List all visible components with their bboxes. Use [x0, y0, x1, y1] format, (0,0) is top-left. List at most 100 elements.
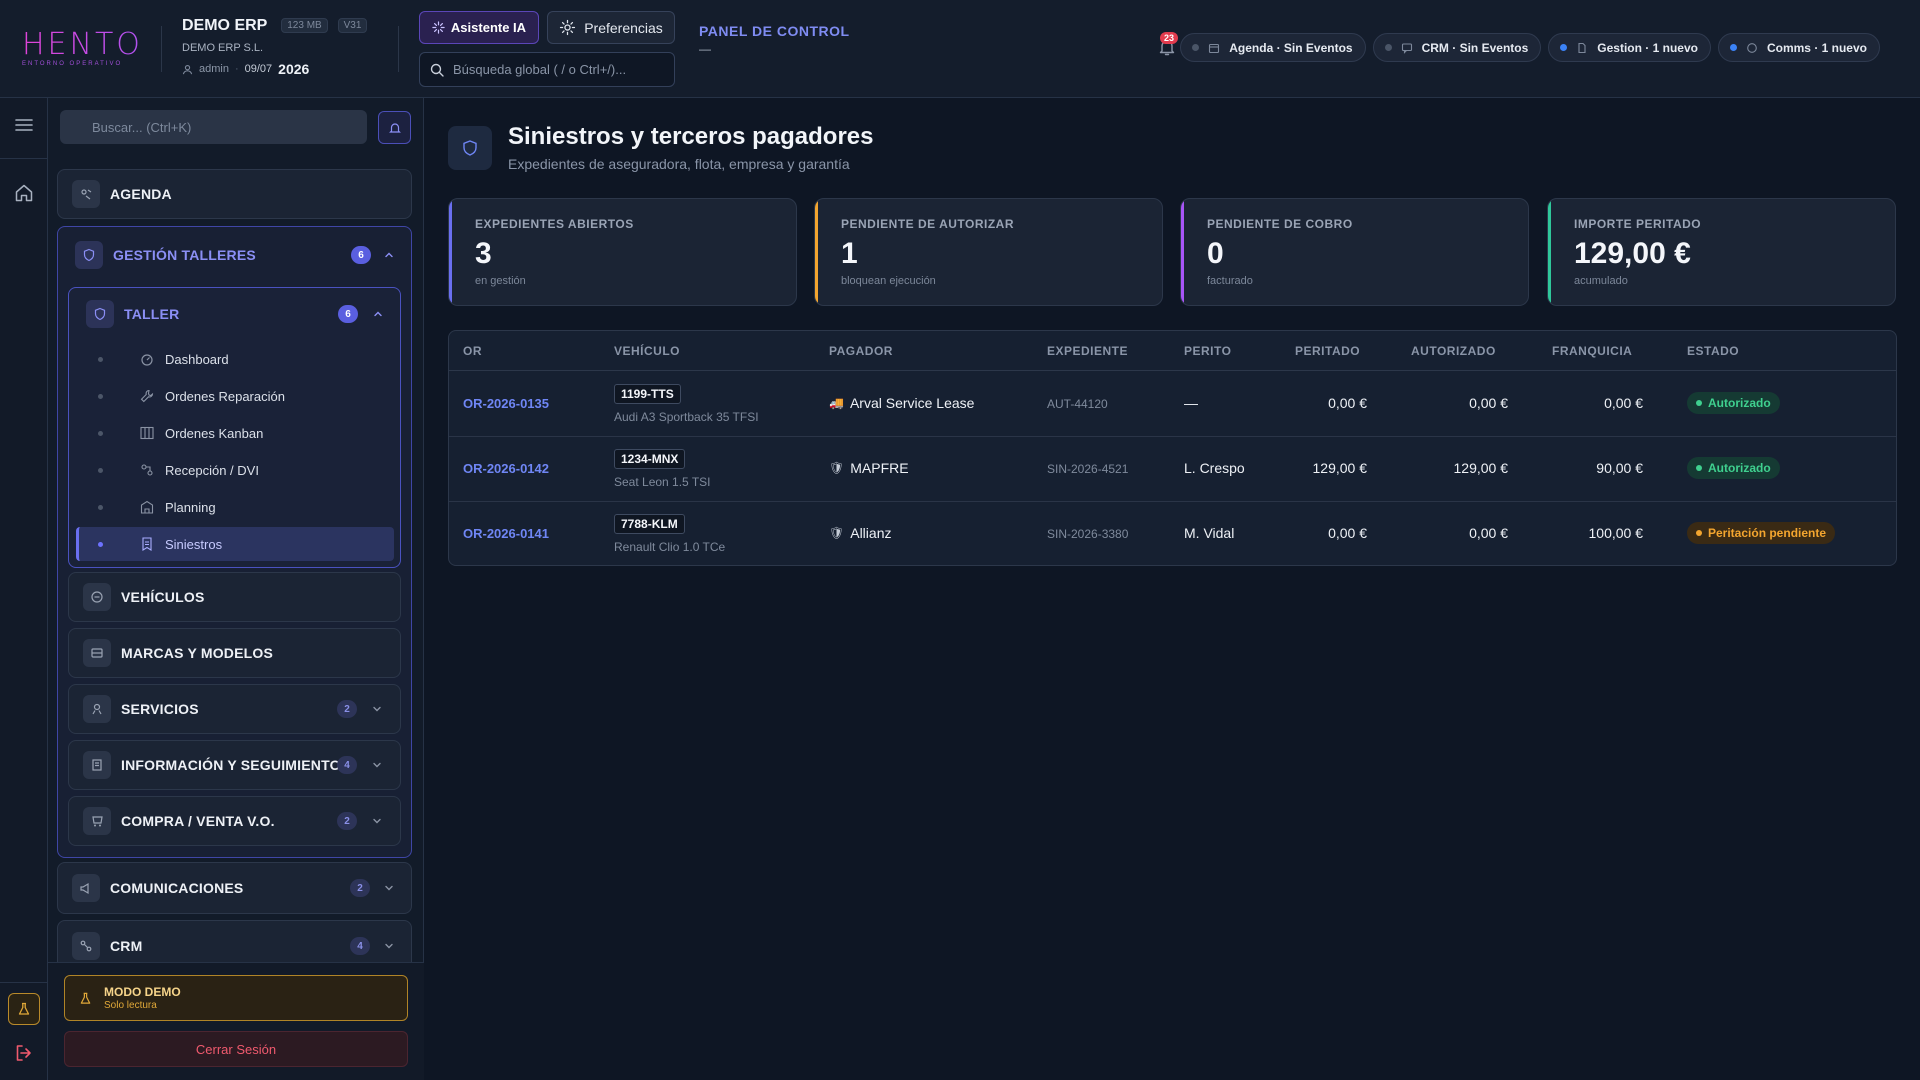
- storage-chip: 123 MB: [281, 18, 328, 33]
- sidebar-item-siniestros[interactable]: Siniestros: [76, 527, 394, 561]
- perito: —: [1184, 395, 1198, 411]
- table-row[interactable]: OR-2026-0141 7788-KLM Renault Clio 1.0 T…: [449, 502, 1896, 565]
- preferences-button[interactable]: Preferencias: [547, 11, 675, 44]
- status-badge: Autorizado: [1687, 392, 1780, 414]
- home-icon[interactable]: [13, 182, 35, 204]
- kpi-card-expedientes-abiertos: EXPEDIENTES ABIERTOS 3 en gestión: [448, 198, 797, 306]
- panel-title[interactable]: PANEL DE CONTROL: [699, 23, 850, 39]
- sidebar-item-planning[interactable]: Planning: [76, 490, 394, 524]
- sidebar-item-label: CRM: [110, 938, 143, 954]
- payer: 🚚 Arval Service Lease: [829, 395, 974, 411]
- column-header[interactable]: FRANQUICIA: [1552, 344, 1632, 358]
- sidebar-search-input[interactable]: Buscar... (Ctrl+K): [60, 110, 367, 144]
- chevron-up-icon[interactable]: [372, 308, 384, 320]
- or-link[interactable]: OR-2026-0142: [463, 461, 549, 476]
- wrench-icon: [140, 389, 154, 403]
- logout-icon[interactable]: [13, 1042, 35, 1064]
- tools-icon: [83, 695, 111, 723]
- ai-assistant-button[interactable]: Asistente IA: [419, 11, 539, 44]
- fiscal-year[interactable]: 2026: [278, 61, 309, 77]
- gauge-icon: [141, 354, 153, 366]
- column-header[interactable]: PAGADOR: [829, 344, 893, 358]
- status-label: Autorizado: [1708, 396, 1771, 410]
- autorizado-amount: 129,00 €: [1453, 460, 1509, 476]
- or-link[interactable]: OR-2026-0135: [463, 396, 549, 411]
- column-header[interactable]: OR: [463, 344, 482, 358]
- bullet: [98, 541, 103, 547]
- column-header[interactable]: AUTORIZADO: [1411, 344, 1496, 358]
- sidebar-item-label: COMUNICACIONES: [110, 880, 244, 896]
- sidebar-notifications-button[interactable]: [378, 111, 411, 144]
- comms-status-pill[interactable]: Comms · 1 nuevo: [1717, 33, 1880, 62]
- gestion-status-pill[interactable]: Gestion · 1 nuevo: [1548, 33, 1711, 62]
- kpi-caption: acumulado: [1574, 275, 1628, 287]
- message-icon: [1747, 42, 1757, 53]
- sidebar-item-label: VEHÍCULOS: [121, 589, 205, 605]
- sidebar-item-marcas-modelos[interactable]: MARCAS Y MODELOS: [68, 628, 401, 678]
- demo-mode-title: MODO DEMO: [104, 985, 181, 999]
- sidebar-item-label: COMPRA / VENTA V.O.: [121, 813, 275, 829]
- chevron-down-icon[interactable]: [371, 759, 383, 771]
- megaphone-icon: [72, 874, 100, 902]
- chevron-down-icon[interactable]: [383, 940, 395, 952]
- status-dot: [1384, 44, 1392, 51]
- file-icon: [142, 537, 152, 551]
- payer-name: MAPFRE: [850, 460, 909, 476]
- sidebar-item-ordenes-kanban[interactable]: Ordenes Kanban: [76, 416, 394, 450]
- status-dot: [1696, 465, 1702, 471]
- sidebar-item-recepcion-dvi[interactable]: Recepción / DVI: [76, 453, 394, 487]
- license-plate: 7788-KLM: [614, 514, 685, 534]
- sidebar-footer: MODO DEMO Solo lectura Cerrar Sesión: [48, 962, 424, 1080]
- column-header[interactable]: VEHÍCULO: [614, 344, 680, 358]
- taller-count-badge: 6: [338, 305, 358, 323]
- expediente: AUT-44120: [1047, 397, 1108, 411]
- sidebar-item-vehiculos[interactable]: VEHÍCULOS: [68, 572, 401, 622]
- table-row[interactable]: OR-2026-0142 1234-MNX Seat Leon 1.5 TSI …: [449, 437, 1896, 502]
- chevron-down-icon[interactable]: [383, 882, 395, 894]
- kpi-value: 3: [475, 237, 492, 270]
- brand-logo[interactable]: HENTOP ENTORNO OPERATIVO: [22, 30, 161, 68]
- autorizado-amount: 0,00 €: [1469, 395, 1508, 411]
- sidebar-item-agenda[interactable]: AGENDA: [57, 169, 412, 219]
- bullet: [98, 393, 103, 399]
- payer-name: Allianz: [850, 525, 892, 541]
- search-icon: [430, 63, 444, 77]
- franquicia-amount: 100,00 €: [1588, 525, 1644, 541]
- column-header[interactable]: PERITADO: [1295, 344, 1360, 358]
- hamburger-menu-icon[interactable]: [13, 114, 35, 136]
- or-link[interactable]: OR-2026-0141: [463, 526, 549, 541]
- column-header[interactable]: EXPEDIENTE: [1047, 344, 1128, 358]
- global-search-input[interactable]: Búsqueda global ( / o Ctrl+/)...: [419, 52, 675, 87]
- cart-icon: [83, 807, 111, 835]
- table-row[interactable]: OR-2026-0135 1199-TTS Audi A3 Sportback …: [449, 372, 1896, 437]
- chevron-down-icon[interactable]: [371, 703, 383, 715]
- info-count-badge: 4: [337, 756, 357, 774]
- table-header: OR VEHÍCULO PAGADOR EXPEDIENTE PERITO PE…: [449, 331, 1896, 371]
- logout-button[interactable]: Cerrar Sesión: [64, 1031, 408, 1067]
- agenda-status-pill[interactable]: Agenda · Sin Eventos: [1180, 33, 1366, 62]
- license-plate: 1234-MNX: [614, 449, 686, 469]
- column-header[interactable]: ESTADO: [1687, 344, 1739, 358]
- sidebar-item-label: MARCAS Y MODELOS: [121, 645, 274, 661]
- car-icon: [83, 583, 111, 611]
- agenda-icon: [72, 180, 100, 208]
- shield-icon: [86, 300, 114, 328]
- column-header[interactable]: PERITO: [1184, 344, 1231, 358]
- status-pills: Agenda · Sin Eventos CRM · Sin Eventos G…: [1180, 33, 1880, 62]
- sidebar-item-label: INFORMACIÓN Y SEGUIMIENTO: [121, 757, 341, 773]
- status-badge: Autorizado: [1687, 457, 1780, 479]
- expediente: SIN-2026-3380: [1047, 527, 1129, 541]
- sidebar-item-label: Dashboard: [165, 351, 229, 367]
- sidebar-item-ordenes-reparacion[interactable]: Ordenes Reparación: [76, 379, 394, 413]
- kpi-label: PENDIENTE DE AUTORIZAR: [841, 217, 1015, 231]
- sidebar: Buscar... (Ctrl+K) AGENDA GESTIÓN TALLER…: [48, 98, 424, 1080]
- user-line: admin · 09/07 2026: [182, 61, 367, 77]
- franquicia-amount: 90,00 €: [1596, 460, 1643, 476]
- chevron-up-icon[interactable]: [383, 249, 395, 261]
- chevron-down-icon[interactable]: [371, 815, 383, 827]
- demo-mode-rail-button[interactable]: [8, 993, 40, 1025]
- payer: 🛡 MAPFRE: [829, 460, 909, 476]
- flask-icon: [80, 992, 91, 1004]
- sidebar-item-dashboard[interactable]: Dashboard: [76, 342, 394, 376]
- crm-status-pill[interactable]: CRM · Sin Eventos: [1372, 33, 1542, 62]
